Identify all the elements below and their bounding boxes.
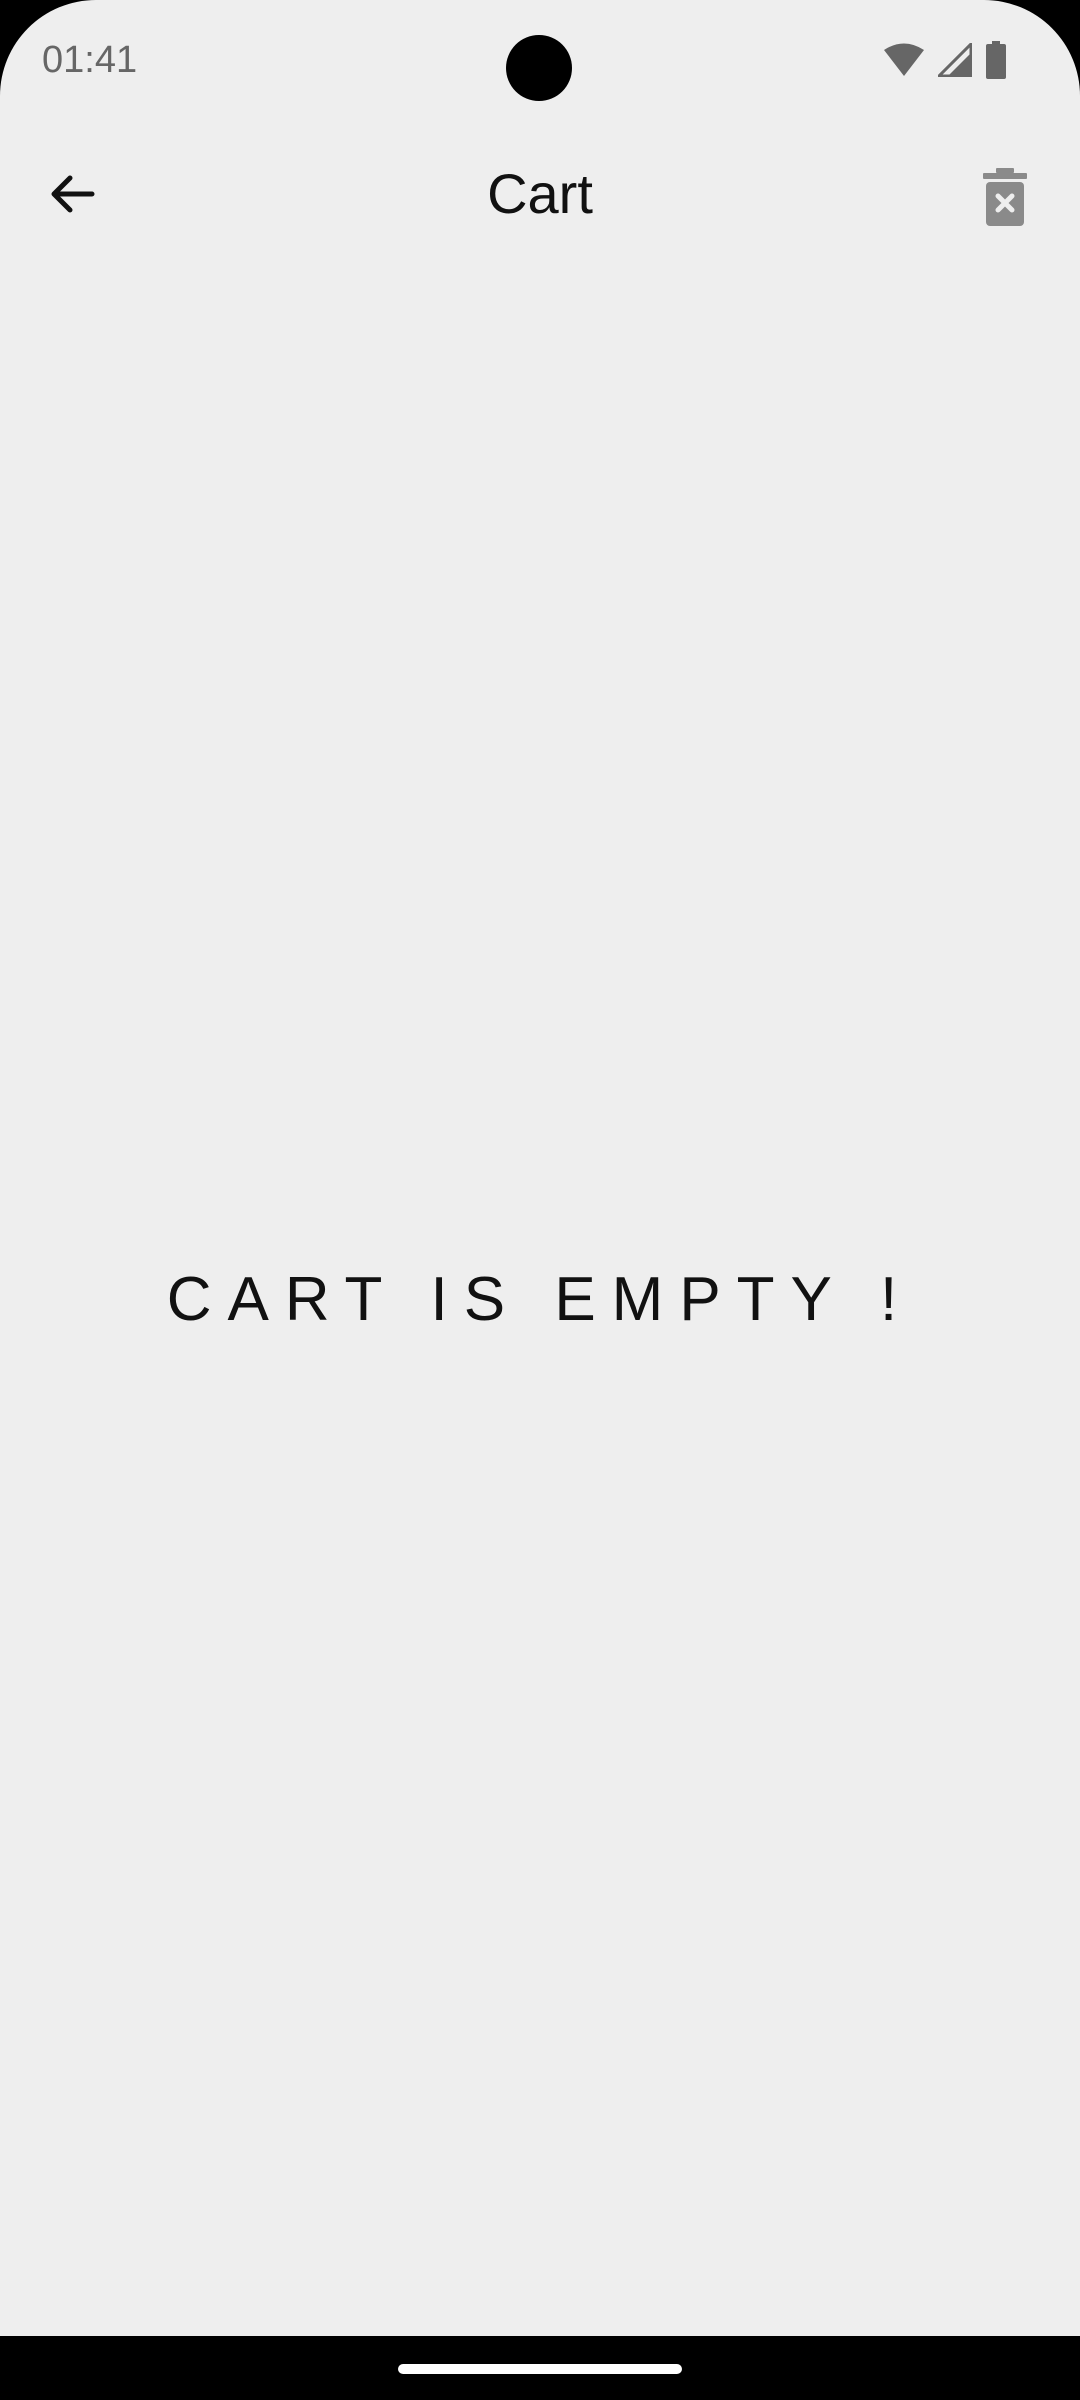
navigation-handle[interactable]: [398, 2364, 682, 2374]
status-time: 01:41: [42, 39, 138, 81]
page-title: Cart: [487, 162, 593, 225]
delete-cart-icon: [983, 167, 1027, 231]
battery-icon: [986, 41, 1006, 79]
wifi-icon: [884, 43, 924, 77]
empty-cart-message: CART IS EMPTY !: [166, 1265, 914, 1334]
app-bar: Cart: [0, 140, 1080, 248]
status-icons: [884, 40, 1006, 80]
signal-icon: [938, 43, 972, 77]
camera-cutout: [506, 35, 572, 101]
app-screen: 01:41 Cart CART IS EMPTY !: [0, 0, 1080, 2336]
back-button[interactable]: [30, 154, 114, 238]
arrow-back-icon: [48, 170, 96, 223]
clear-cart-button[interactable]: [960, 154, 1050, 244]
